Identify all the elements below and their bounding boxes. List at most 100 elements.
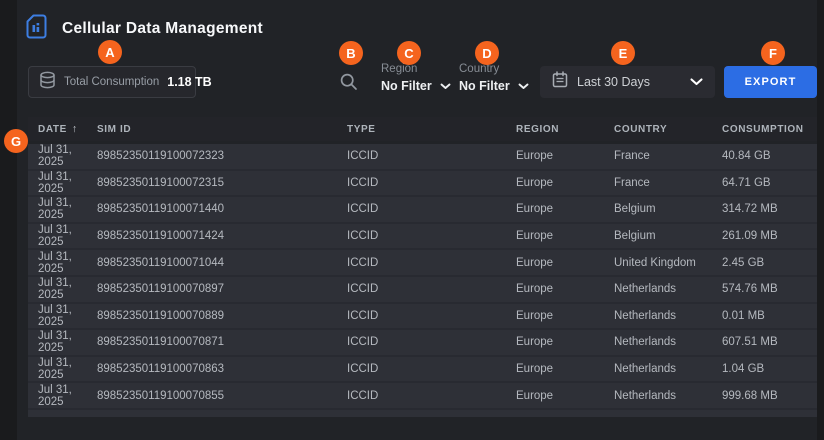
cell-date: Jul 31, 2025 (38, 304, 97, 328)
cell-region: Europe (516, 390, 614, 402)
export-button[interactable]: EXPORT (724, 66, 817, 98)
table-row[interactable]: Jul 31, 2025 89852350119100071440 ICCID … (28, 197, 817, 224)
cell-country: Belgium (614, 203, 722, 215)
main-panel: Cellular Data Management Total Consumpti… (17, 0, 817, 440)
table-row[interactable]: Jul 31, 2025 89852350119100071044 ICCID … (28, 250, 817, 277)
cell-consumption: 261.09 MB (722, 230, 817, 242)
cell-consumption: 40.84 GB (722, 150, 817, 162)
cell-sim-id: 89852350119100071440 (97, 203, 347, 215)
table-row[interactable]: Jul 31, 2025 89852350119100070863 ICCID … (28, 357, 817, 384)
cell-country: France (614, 177, 722, 189)
table-row[interactable]: Jul 31, 2025 89852350119100072315 ICCID … (28, 171, 817, 198)
table-row[interactable]: Jul 31, 2025 89852350119100072323 ICCID … (28, 144, 817, 171)
annotation-badge-g: G (4, 129, 28, 153)
chevron-down-icon (518, 77, 529, 95)
cell-date: Jul 31, 2025 (38, 224, 97, 248)
table-row[interactable]: Jul 31, 2025 89852350119100070889 ICCID … (28, 304, 817, 331)
consumption-table: DATE↑ SIM ID TYPE REGION COUNTRY CONSUMP… (28, 117, 817, 417)
cell-consumption: 0.01 MB (722, 310, 817, 322)
region-filter[interactable]: Region No Filter (381, 63, 451, 95)
cell-type: ICCID (347, 203, 516, 215)
total-consumption-value: 1.18 TB (167, 75, 211, 89)
cell-type: ICCID (347, 310, 516, 322)
cell-type: ICCID (347, 283, 516, 295)
cell-sim-id: 89852350119100070897 (97, 283, 347, 295)
cell-date: Jul 31, 2025 (38, 144, 97, 168)
cell-country: Netherlands (614, 336, 722, 348)
table-row-partial (28, 410, 817, 417)
cellular-data-management-screen: { "header": { "title": "Cellular Data Ma… (0, 0, 824, 440)
cell-type: ICCID (347, 390, 516, 402)
cell-region: Europe (516, 336, 614, 348)
cell-country: France (614, 150, 722, 162)
cell-sim-id: 89852350119100070871 (97, 336, 347, 348)
cell-region: Europe (516, 310, 614, 322)
cell-country: Netherlands (614, 283, 722, 295)
cell-date: Jul 31, 2025 (38, 277, 97, 301)
cell-country: Netherlands (614, 363, 722, 375)
column-header-date[interactable]: DATE↑ (38, 123, 97, 135)
table-row[interactable]: Jul 31, 2025 89852350119100070855 ICCID … (28, 383, 817, 410)
date-range-select[interactable]: Last 30 Days (540, 66, 715, 98)
page-title: Cellular Data Management (62, 20, 263, 38)
region-filter-value: No Filter (381, 79, 432, 93)
app-header: Cellular Data Management (24, 13, 263, 45)
cell-type: ICCID (347, 363, 516, 375)
cell-sim-id: 89852350119100071424 (97, 230, 347, 242)
column-header-type[interactable]: TYPE (347, 124, 516, 135)
cell-country: Netherlands (614, 390, 722, 402)
annotation-badge-e: E (611, 41, 635, 65)
annotation-badge-d: D (475, 41, 499, 65)
cell-region: Europe (516, 257, 614, 269)
annotation-badge-c: C (397, 41, 421, 65)
cell-region: Europe (516, 363, 614, 375)
region-filter-label: Region (381, 63, 451, 75)
table-row[interactable]: Jul 31, 2025 89852350119100071424 ICCID … (28, 224, 817, 251)
cell-country: United Kingdom (614, 257, 722, 269)
table-row[interactable]: Jul 31, 2025 89852350119100070897 ICCID … (28, 277, 817, 304)
cell-region: Europe (516, 150, 614, 162)
toolbar: Total Consumption 1.18 TB Region No Filt… (17, 66, 817, 98)
cell-country: Netherlands (614, 310, 722, 322)
cell-consumption: 999.68 MB (722, 390, 817, 402)
annotation-badge-f: F (761, 41, 785, 65)
cell-consumption: 1.04 GB (722, 363, 817, 375)
cell-sim-id: 89852350119100070855 (97, 390, 347, 402)
cell-consumption: 314.72 MB (722, 203, 817, 215)
table-row[interactable]: Jul 31, 2025 89852350119100070871 ICCID … (28, 330, 817, 357)
cell-date: Jul 31, 2025 (38, 171, 97, 195)
column-header-region[interactable]: REGION (516, 124, 614, 135)
calendar-icon (552, 71, 568, 93)
cell-sim-id: 89852350119100070889 (97, 310, 347, 322)
column-header-consumption[interactable]: CONSUMPTION (722, 124, 817, 135)
sim-card-icon (24, 13, 49, 45)
total-consumption-label: Total Consumption (64, 76, 159, 88)
cell-date: Jul 31, 2025 (38, 384, 97, 408)
search-icon[interactable] (340, 73, 358, 91)
chevron-down-icon (440, 77, 451, 95)
cell-region: Europe (516, 203, 614, 215)
sort-ascending-icon: ↑ (72, 123, 78, 135)
country-filter[interactable]: Country No Filter (459, 63, 529, 95)
column-header-sim-id[interactable]: SIM ID (97, 124, 347, 135)
date-range-value: Last 30 Days (577, 75, 681, 89)
cell-country: Belgium (614, 230, 722, 242)
cell-consumption: 607.51 MB (722, 336, 817, 348)
annotation-badge-b: B (339, 41, 363, 65)
total-consumption-card: Total Consumption 1.18 TB (28, 66, 196, 98)
cell-consumption: 574.76 MB (722, 283, 817, 295)
cell-sim-id: 89852350119100070863 (97, 363, 347, 375)
cell-consumption: 64.71 GB (722, 177, 817, 189)
cell-type: ICCID (347, 336, 516, 348)
cell-sim-id: 89852350119100072315 (97, 177, 347, 189)
cell-type: ICCID (347, 257, 516, 269)
database-icon (39, 71, 56, 94)
country-filter-value: No Filter (459, 79, 510, 93)
cell-region: Europe (516, 283, 614, 295)
cell-type: ICCID (347, 177, 516, 189)
column-header-country[interactable]: COUNTRY (614, 124, 722, 135)
cell-type: ICCID (347, 150, 516, 162)
cell-date: Jul 31, 2025 (38, 251, 97, 275)
cell-date: Jul 31, 2025 (38, 197, 97, 221)
cell-region: Europe (516, 177, 614, 189)
